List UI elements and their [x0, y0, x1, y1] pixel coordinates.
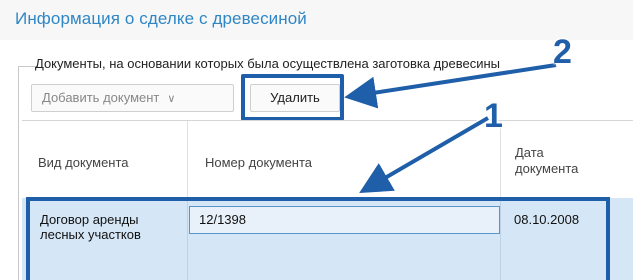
callout-number-1: 1 [484, 97, 503, 135]
column-header-type[interactable]: Вид документа [38, 155, 129, 171]
add-document-button[interactable]: Добавить документ ∨ [31, 84, 234, 112]
add-document-label: Добавить документ [42, 90, 160, 105]
column-divider [187, 121, 188, 197]
fieldset-legend: Документы, на основании которых была осу… [35, 56, 500, 71]
column-header-date[interactable]: Дата документа [515, 145, 595, 177]
fieldset-border-left [18, 66, 19, 280]
delete-highlight-box [241, 74, 344, 121]
row-highlight-box [26, 197, 610, 280]
table-top-border [22, 120, 633, 121]
chevron-down-icon: ∨ [167, 93, 176, 105]
callout-number-2: 2 [553, 33, 572, 71]
page-title: Информация о сделке с древесиной [15, 9, 307, 28]
column-header-number[interactable]: Номер документа [205, 155, 312, 171]
